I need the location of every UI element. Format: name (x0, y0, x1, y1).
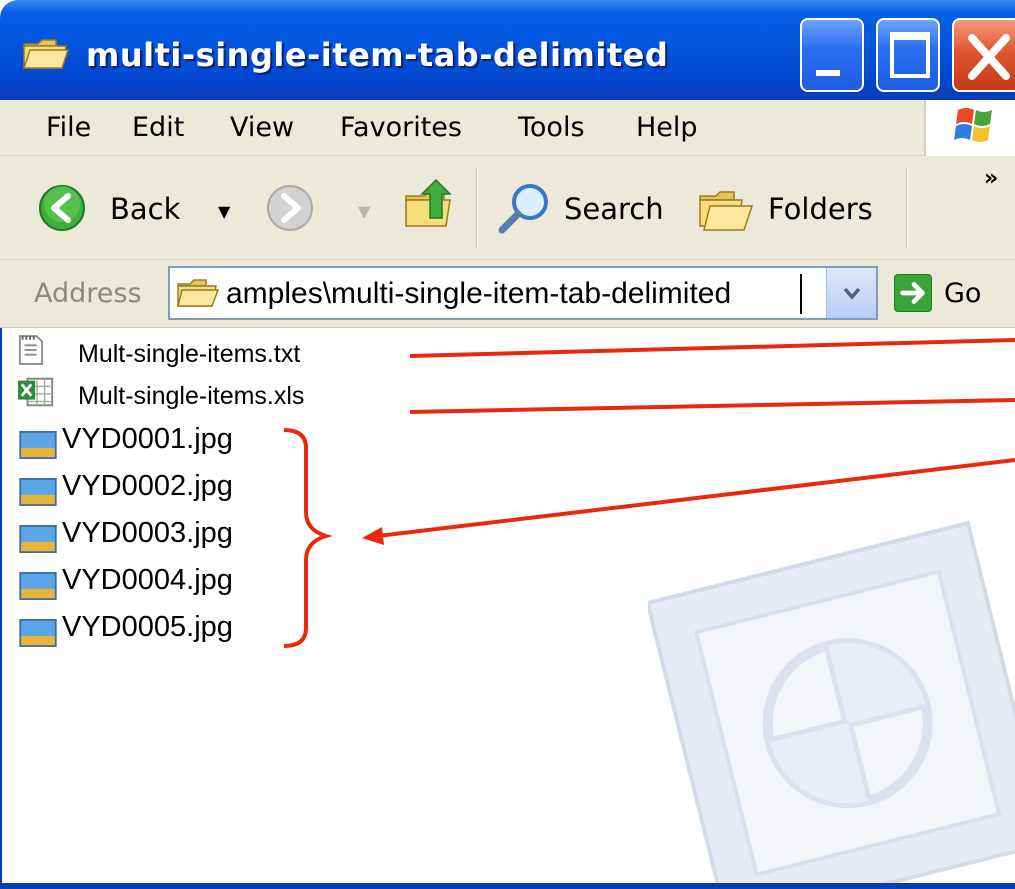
close-icon (968, 34, 1010, 80)
title-bar[interactable]: multi-single-item-tab-delimited (0, 0, 1015, 100)
picture-watermark-icon (648, 520, 1015, 889)
folders-button[interactable]: Folders (698, 182, 888, 238)
folders-icon (699, 191, 754, 231)
minimize-icon (816, 70, 840, 76)
file-name: Mult-single-items.txt (78, 340, 301, 368)
file-name: VYD0003.jpg (62, 517, 233, 549)
folder-icon (177, 279, 220, 307)
search-button[interactable]: Search (498, 182, 678, 238)
file-name: VYD0001.jpg (62, 423, 233, 455)
text-caret (800, 274, 802, 314)
menu-view[interactable]: View (230, 112, 294, 143)
search-label: Search (564, 192, 664, 226)
address-bar: Address amples\multi-single-item-tab-del… (0, 260, 1015, 328)
back-arrow-icon (39, 185, 85, 231)
jpeg-image-icon (19, 525, 57, 553)
toolbar-separator (476, 168, 478, 248)
jpeg-image-icon (19, 619, 57, 647)
chevron-down-icon (843, 287, 861, 300)
excel-spreadsheet-icon (18, 377, 54, 407)
list-item[interactable]: VYD0005.jpg (18, 611, 298, 655)
search-icon (498, 184, 548, 234)
up-folder-icon[interactable] (404, 178, 456, 228)
folder-icon (22, 39, 70, 69)
address-input[interactable]: amples\multi-single-item-tab-delimited (168, 266, 878, 320)
jpeg-image-icon (19, 572, 57, 600)
list-item[interactable]: VYD0004.jpg (18, 564, 298, 608)
address-label: Address (34, 278, 142, 309)
forward-arrow-icon (267, 185, 313, 231)
menu-help[interactable]: Help (636, 112, 698, 143)
back-dropdown-icon[interactable]: ▼ (218, 202, 230, 221)
jpeg-image-icon (19, 478, 57, 506)
back-button[interactable]: Back (38, 182, 238, 238)
maximize-button[interactable] (876, 18, 940, 92)
maximize-icon (890, 32, 930, 78)
minimize-button[interactable] (800, 18, 864, 92)
list-item[interactable]: Mult-single-items.txt (18, 334, 398, 378)
folders-label: Folders (768, 192, 873, 226)
list-item[interactable]: VYD0002.jpg (18, 470, 298, 514)
file-name: VYD0005.jpg (62, 611, 233, 643)
list-item[interactable]: Mult-single-items.xls (18, 376, 398, 420)
windows-logo-icon (954, 108, 992, 142)
go-arrow-icon[interactable] (894, 274, 932, 312)
file-name: Mult-single-items.xls (78, 382, 305, 410)
window-bottom-border (0, 883, 1015, 889)
forward-button[interactable]: ▼ (266, 182, 370, 238)
text-document-icon (18, 335, 44, 365)
menu-bar: File Edit View Favorites Tools Help (0, 100, 1015, 156)
list-item[interactable]: VYD0003.jpg (18, 517, 298, 561)
menu-edit[interactable]: Edit (132, 112, 184, 143)
toolbar-separator (906, 168, 908, 248)
address-value: amples\multi-single-item-tab-delimited (226, 277, 732, 310)
close-button[interactable] (952, 18, 1015, 92)
list-item[interactable]: VYD0001.jpg (18, 423, 298, 467)
toolbar-overflow-icon[interactable]: » (984, 166, 998, 191)
go-button[interactable]: Go (944, 278, 981, 309)
forward-dropdown-icon[interactable]: ▼ (358, 202, 370, 221)
address-dropdown-button[interactable] (826, 268, 876, 318)
menu-favorites[interactable]: Favorites (340, 112, 462, 143)
back-label: Back (110, 192, 181, 226)
jpeg-image-icon (19, 431, 57, 459)
file-name: VYD0002.jpg (62, 470, 233, 502)
menu-file[interactable]: File (46, 112, 91, 143)
windows-logo-area (924, 100, 1015, 156)
standard-toolbar: Back ▼ ▼ Search Folders » (0, 156, 1015, 260)
file-name: VYD0004.jpg (62, 564, 233, 596)
menu-tools[interactable]: Tools (518, 112, 585, 143)
window-title: multi-single-item-tab-delimited (86, 36, 669, 74)
